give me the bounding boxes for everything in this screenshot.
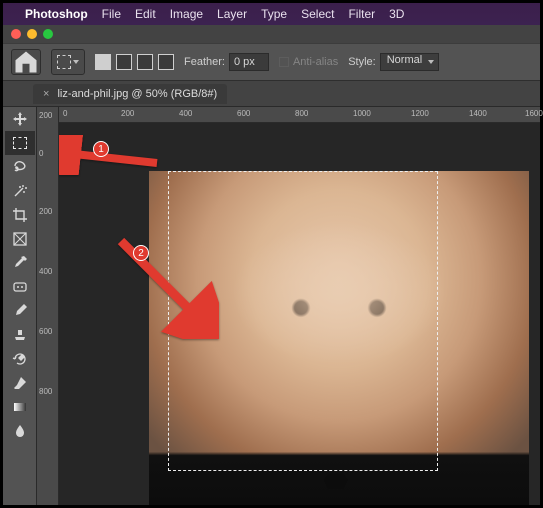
annotation-badge-1: 1	[93, 141, 109, 157]
ruler-horizontal[interactable]: 0 200 400 600 800 1000 1200 1400 1600	[59, 107, 540, 123]
ruler-tick: 600	[39, 327, 52, 336]
menu-3d[interactable]: 3D	[389, 7, 404, 21]
home-button[interactable]	[11, 49, 41, 75]
tab-close-icon[interactable]: ×	[43, 88, 49, 100]
ruler-tick: 1400	[469, 109, 487, 118]
document-tab[interactable]: × liz-and-phil.jpg @ 50% (RGB/8#)	[33, 84, 227, 104]
healing-brush-tool[interactable]	[5, 275, 35, 299]
ruler-tick: 200	[121, 109, 134, 118]
eraser-tool[interactable]	[5, 371, 35, 395]
move-tool[interactable]	[5, 107, 35, 131]
window-titlebar	[3, 25, 540, 43]
menu-edit[interactable]: Edit	[135, 7, 156, 21]
feather-label: Feather:	[184, 56, 225, 68]
document-canvas[interactable]: 1 2	[59, 123, 540, 505]
document-tab-strip: × liz-and-phil.jpg @ 50% (RGB/8#)	[3, 81, 540, 107]
feather-input[interactable]	[229, 53, 269, 71]
ruler-tick: 1600	[525, 109, 543, 118]
menu-select[interactable]: Select	[301, 7, 334, 21]
annotation-arrow-2: 2	[99, 229, 219, 344]
marquee-icon	[13, 137, 27, 149]
menu-filter[interactable]: Filter	[348, 7, 375, 21]
eyedropper-tool[interactable]	[5, 251, 35, 275]
close-window-button[interactable]	[11, 29, 21, 39]
lasso-tool[interactable]	[5, 155, 35, 179]
style-select[interactable]: Normal	[380, 53, 439, 71]
annotation-badge-2: 2	[133, 245, 149, 261]
tools-panel	[3, 107, 37, 505]
selection-add-icon[interactable]	[116, 54, 132, 70]
document-tab-title: liz-and-phil.jpg @ 50% (RGB/8#)	[57, 88, 217, 100]
ruler-tick: 0	[39, 149, 43, 158]
style-label: Style:	[348, 56, 376, 68]
ruler-vertical[interactable]: 200 0 200 400 600 800	[37, 107, 59, 505]
annotation-arrow-1: 1	[59, 135, 167, 180]
ruler-tick: 1000	[353, 109, 371, 118]
chevron-down-icon	[73, 60, 79, 64]
brush-tool[interactable]	[5, 299, 35, 323]
frame-tool[interactable]	[5, 227, 35, 251]
menu-file[interactable]: File	[102, 7, 121, 21]
rectangular-marquee-tool[interactable]	[5, 131, 35, 155]
ruler-tick: 400	[179, 109, 192, 118]
minimize-window-button[interactable]	[27, 29, 37, 39]
menu-layer[interactable]: Layer	[217, 7, 247, 21]
history-brush-tool[interactable]	[5, 347, 35, 371]
menu-type[interactable]: Type	[261, 7, 287, 21]
selection-subtract-icon[interactable]	[137, 54, 153, 70]
blur-tool[interactable]	[5, 419, 35, 443]
mac-menubar: Photoshop File Edit Image Layer Type Sel…	[3, 3, 540, 25]
home-icon	[12, 48, 40, 76]
tool-preset-picker[interactable]	[51, 49, 85, 75]
anti-alias-checkbox	[279, 57, 289, 67]
ruler-tick: 200	[39, 111, 52, 120]
ruler-tick: 400	[39, 267, 52, 276]
zoom-window-button[interactable]	[43, 29, 53, 39]
magic-wand-tool[interactable]	[5, 179, 35, 203]
selection-intersect-icon[interactable]	[158, 54, 174, 70]
anti-alias-label: Anti-alias	[293, 56, 338, 68]
ruler-tick: 200	[39, 207, 52, 216]
selection-mode-group	[95, 54, 174, 70]
options-bar: Feather: Anti-alias Style: Normal	[3, 43, 540, 81]
ruler-tick: 800	[39, 387, 52, 396]
ruler-tick: 1200	[411, 109, 429, 118]
selection-new-icon[interactable]	[95, 54, 111, 70]
ruler-tick: 800	[295, 109, 308, 118]
gradient-tool[interactable]	[5, 395, 35, 419]
marquee-icon	[57, 55, 71, 69]
menu-image[interactable]: Image	[170, 7, 203, 21]
app-menu[interactable]: Photoshop	[25, 7, 88, 21]
ruler-tick: 600	[237, 109, 250, 118]
ruler-tick: 0	[63, 109, 67, 118]
clone-stamp-tool[interactable]	[5, 323, 35, 347]
crop-tool[interactable]	[5, 203, 35, 227]
